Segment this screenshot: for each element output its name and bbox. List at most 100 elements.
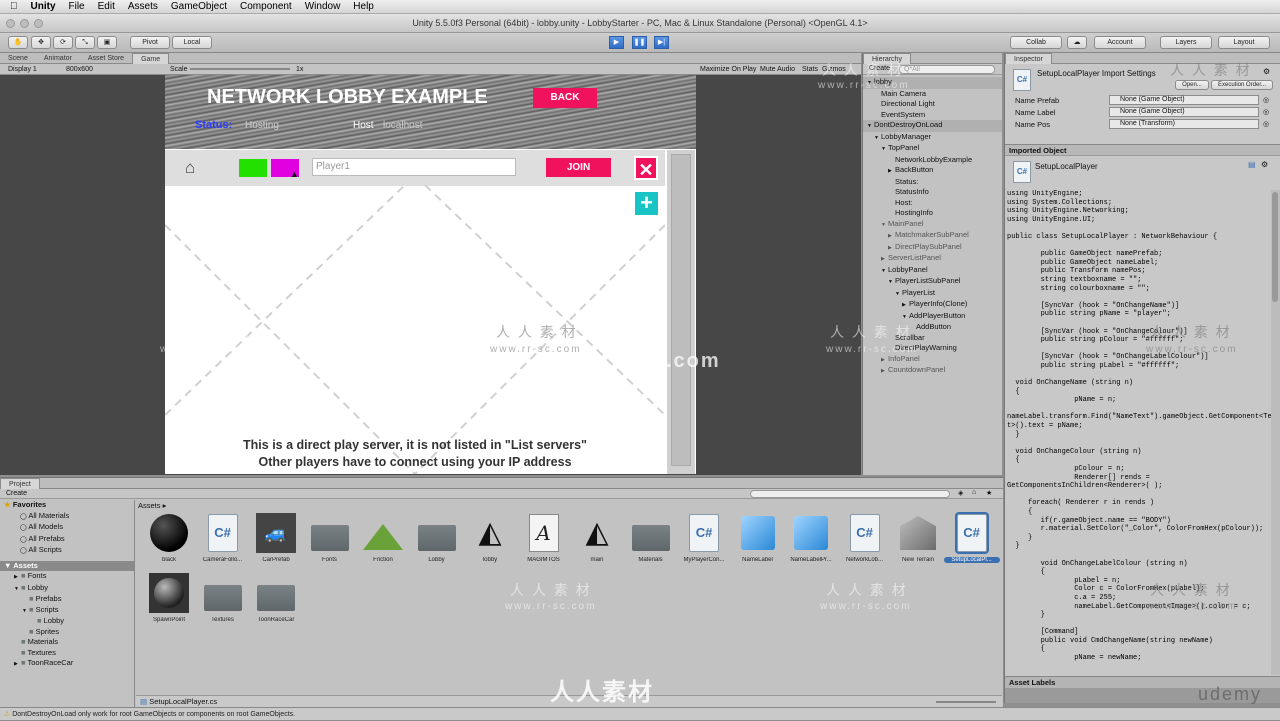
menu-edit[interactable]: Edit: [98, 1, 115, 12]
maximize-on-play-toggle[interactable]: Maximize On Play: [700, 66, 756, 73]
settings-gear-icon[interactable]: ⚙: [1263, 67, 1270, 76]
account-dropdown[interactable]: Account: [1094, 36, 1146, 49]
execution-order-button[interactable]: Execution Order...: [1211, 80, 1273, 90]
asset-item[interactable]: black: [141, 513, 197, 563]
tree-arrow-icon[interactable]: ▼: [22, 606, 29, 617]
asset-item[interactable]: Textures: [195, 573, 251, 623]
hierarchy-item[interactable]: ▼ PlayerList: [863, 288, 1002, 300]
hierarchy-item[interactable]: ▶ PlayerInfo(Clone): [863, 299, 1002, 311]
asset-item[interactable]: Friction: [355, 513, 411, 563]
folder-tree-item[interactable]: ■ Materials: [0, 637, 134, 648]
hierarchy-item[interactable]: ▶ BackButton: [863, 165, 1002, 177]
hierarchy-item[interactable]: ▶ CountdownPanel: [863, 365, 1002, 377]
mute-audio-toggle[interactable]: Mute Audio: [760, 66, 795, 73]
object-picker-icon[interactable]: ◎: [1263, 108, 1269, 116]
hierarchy-item[interactable]: StatusInfo: [863, 187, 1002, 198]
hierarchy-item[interactable]: ▼ LobbyManager: [863, 132, 1002, 144]
filter-label-icon[interactable]: ⌂: [972, 489, 976, 496]
hierarchy-item[interactable]: ▶ DirectPlaySubPanel: [863, 242, 1002, 254]
favorite-item[interactable]: ◯ All Scripts: [0, 545, 134, 557]
expand-arrow-icon[interactable]: ▶: [888, 166, 895, 177]
folder-tree-item[interactable]: ■ Sprites: [0, 627, 134, 638]
hierarchy-item[interactable]: ▼ DontDestroyOnLoad: [863, 120, 1002, 132]
menu-gameobject[interactable]: GameObject: [171, 1, 227, 12]
tab-scene[interactable]: Scene: [0, 53, 36, 64]
home-icon[interactable]: ⌂: [185, 158, 195, 178]
asset-item[interactable]: Fonts: [302, 513, 358, 563]
layers-dropdown[interactable]: Layers: [1160, 36, 1212, 49]
rect-tool-icon[interactable]: ▣: [97, 36, 117, 49]
asset-item[interactable]: Lobby: [409, 513, 465, 563]
hierarchy-item[interactable]: ▶ ServerListPanel: [863, 253, 1002, 265]
object-picker-icon[interactable]: ◎: [1263, 120, 1269, 128]
scale-tool-icon[interactable]: ⤡: [75, 36, 95, 49]
project-create-button[interactable]: Create: [6, 490, 27, 497]
folder-tree-item[interactable]: ▼ ■ Lobby: [0, 583, 134, 595]
folder-tree-item[interactable]: ■ Prefabs: [0, 594, 134, 605]
asset-item[interactable]: SpawnPoint: [141, 573, 197, 623]
scrollbar-handle[interactable]: [671, 154, 691, 466]
folder-tree-item[interactable]: ▶ ■ Fonts: [0, 571, 134, 583]
asset-item[interactable]: 🚙 CarPrefab: [248, 513, 304, 563]
filter-type-icon[interactable]: ◈: [958, 489, 963, 497]
scale-slider[interactable]: [190, 68, 290, 70]
collab-dropdown[interactable]: Collab: [1010, 36, 1062, 49]
menu-assets[interactable]: Assets: [128, 1, 158, 12]
zoom-window-button[interactable]: [34, 19, 43, 28]
pivot-toggle[interactable]: Pivot: [130, 36, 170, 49]
book-icon[interactable]: ▤: [1248, 160, 1256, 169]
tree-arrow-icon[interactable]: ▼: [14, 584, 21, 595]
folder-tree-item[interactable]: ■ Textures: [0, 648, 134, 659]
object-field[interactable]: None (Game Object): [1109, 107, 1259, 117]
play-button[interactable]: ▶: [609, 36, 624, 49]
close-window-button[interactable]: [6, 19, 15, 28]
menu-unity[interactable]: Unity: [31, 1, 56, 12]
game-view[interactable]: NETWORK LOBBY EXAMPLE BACK Status: Hosti…: [165, 75, 696, 474]
move-tool-icon[interactable]: ✥: [31, 36, 51, 49]
hierarchy-item[interactable]: ▼ AddPlayerButton: [863, 311, 1002, 323]
asset-item[interactable]: NameLabel: [730, 513, 786, 563]
expand-arrow-icon[interactable]: ▶: [902, 300, 909, 311]
expand-arrow-icon[interactable]: ▶: [881, 366, 888, 377]
hierarchy-item[interactable]: NetworkLobbyExample: [863, 155, 1002, 166]
asset-item[interactable]: New Terrain: [890, 513, 946, 563]
join-button[interactable]: JOIN: [546, 158, 611, 177]
hierarchy-item[interactable]: EventSystem: [863, 110, 1002, 121]
asset-item[interactable]: C# MyPlayerCon...: [676, 513, 732, 563]
folder-tree-item[interactable]: ▶ ■ ToonRaceCar: [0, 658, 134, 670]
collapse-arrow-icon[interactable]: ▼: [902, 312, 909, 323]
tab-asset-store[interactable]: Asset Store: [80, 53, 132, 64]
tab-game[interactable]: Game: [132, 52, 170, 64]
collapse-arrow-icon[interactable]: ▼: [881, 220, 888, 231]
minimize-window-button[interactable]: [20, 19, 29, 28]
tree-arrow-icon[interactable]: ▶: [14, 659, 21, 670]
hierarchy-item[interactable]: Status:: [863, 177, 1002, 188]
step-button[interactable]: ▶|: [654, 36, 669, 49]
hierarchy-item[interactable]: ▼ MainPanel: [863, 219, 1002, 231]
hierarchy-item[interactable]: ▼ PlayerListSubPanel: [863, 276, 1002, 288]
back-button[interactable]: BACK: [533, 88, 597, 108]
asset-item[interactable]: ◭ lobby: [462, 513, 518, 563]
tab-inspector[interactable]: Inspector: [1005, 52, 1052, 64]
layout-dropdown[interactable]: Layout: [1218, 36, 1270, 49]
display-dropdown[interactable]: Display 1: [8, 66, 37, 73]
project-search-input[interactable]: [750, 490, 950, 498]
asset-item[interactable]: Materials: [623, 513, 679, 563]
hierarchy-item[interactable]: Directional Light: [863, 99, 1002, 110]
rotate-tool-icon[interactable]: ⟳: [53, 36, 73, 49]
asset-item[interactable]: C# SetupLocalPl...: [943, 512, 1000, 563]
hierarchy-item[interactable]: Host:: [863, 198, 1002, 209]
pause-button[interactable]: ❚❚: [632, 36, 647, 49]
object-field[interactable]: None (Transform): [1109, 119, 1259, 129]
hierarchy-item[interactable]: ▶ MatchmakerSubPanel: [863, 230, 1002, 242]
breadcrumb-assets[interactable]: Assets: [138, 501, 161, 510]
asset-item[interactable]: C# NetworkLob...: [837, 513, 893, 563]
menu-help[interactable]: Help: [353, 1, 374, 12]
asset-item[interactable]: C# CameraFollo...: [195, 513, 251, 563]
folder-tree-item[interactable]: ■ Lobby: [0, 616, 134, 627]
collapse-arrow-icon[interactable]: ▼: [888, 277, 895, 288]
tab-project[interactable]: Project: [0, 477, 40, 489]
tab-animator[interactable]: Animator: [36, 53, 80, 64]
collapse-arrow-icon[interactable]: ▼: [867, 121, 874, 132]
hierarchy-item[interactable]: ▼ LobbyPanel: [863, 265, 1002, 277]
